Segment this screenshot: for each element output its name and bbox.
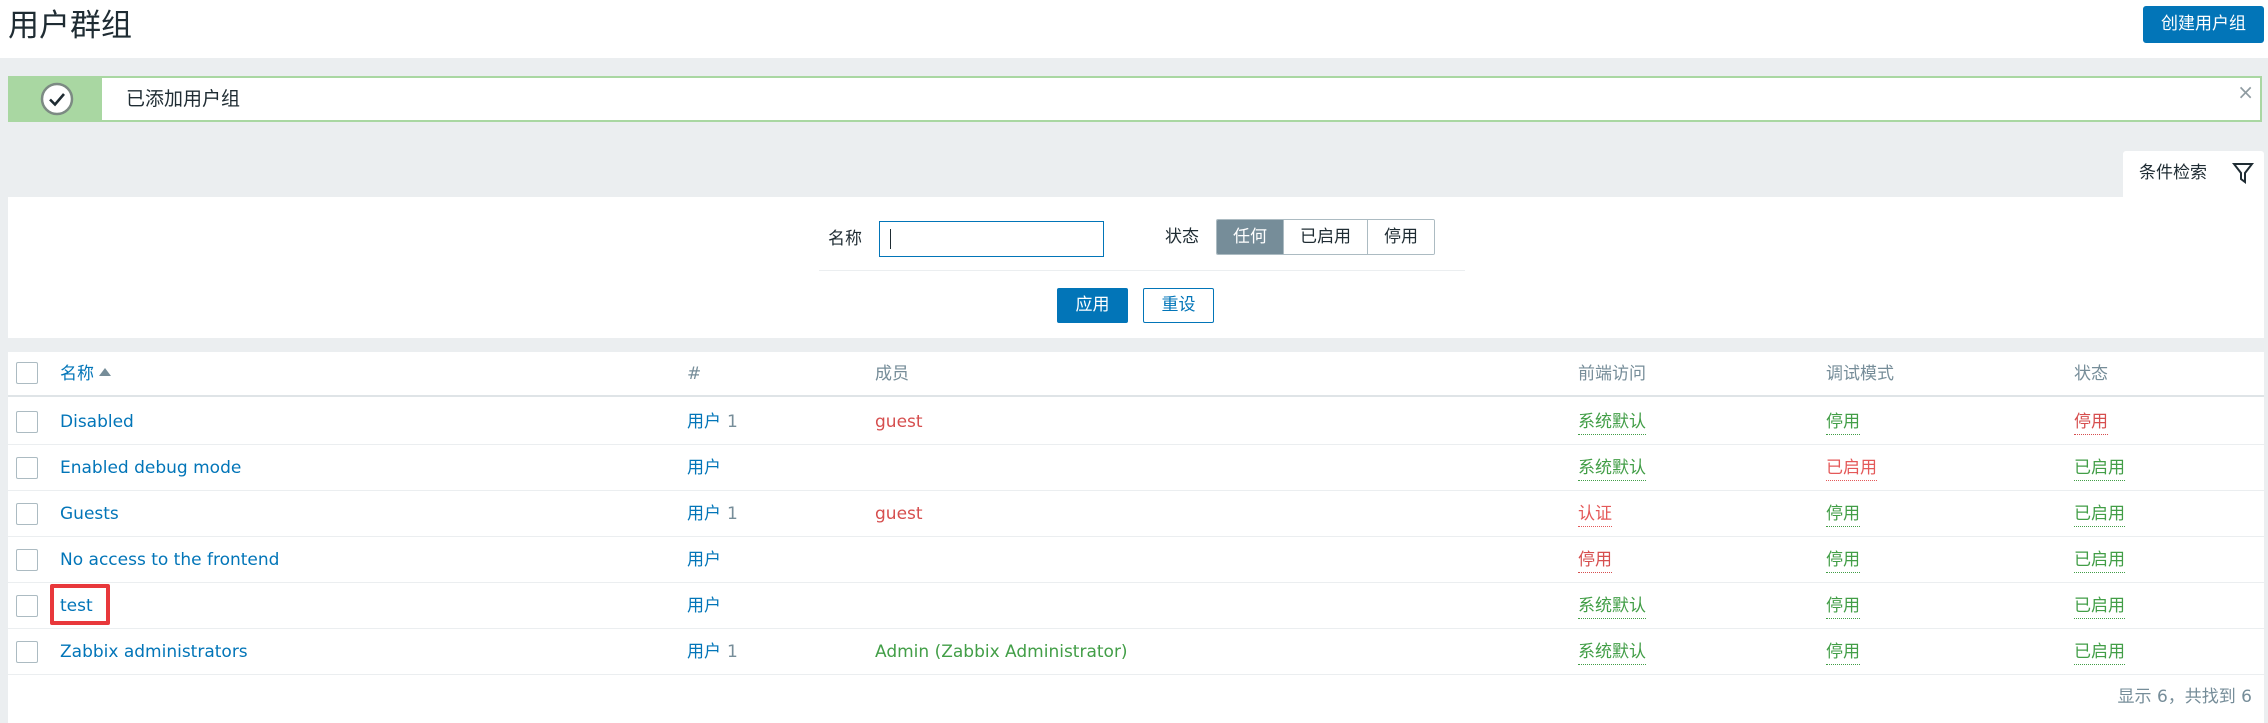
debug-mode-value[interactable]: 已启用 bbox=[1826, 456, 1877, 481]
table-row: test 用户 系统默认 停用 已启用 bbox=[8, 583, 2264, 629]
column-header-status: 状态 bbox=[2074, 364, 2108, 384]
text-caret bbox=[890, 229, 891, 249]
row-checkbox[interactable] bbox=[16, 595, 38, 617]
table-row: Guests 用户 1 guest 认证 停用 已启用 bbox=[8, 491, 2264, 537]
group-name-link[interactable]: Disabled bbox=[60, 410, 134, 434]
frontend-access-value[interactable]: 系统默认 bbox=[1578, 410, 1646, 435]
member-link[interactable]: Admin (Zabbix Administrator) bbox=[875, 640, 1128, 664]
users-link[interactable]: 用户 bbox=[687, 412, 721, 432]
users-count: 用户 bbox=[687, 594, 721, 618]
users-count: 用户 1 bbox=[687, 640, 738, 664]
filter-name-input[interactable] bbox=[879, 221, 1104, 257]
frontend-access-value[interactable]: 系统默认 bbox=[1578, 640, 1646, 665]
filter-panel: 名称 状态 任何 已启用 停用 应用 重设 bbox=[8, 197, 2264, 338]
check-circle-icon bbox=[40, 82, 74, 116]
table-row: Disabled 用户 1 guest 系统默认 停用 停用 bbox=[8, 399, 2264, 445]
status-option-any[interactable]: 任何 bbox=[1217, 220, 1283, 254]
users-count: 用户 bbox=[687, 456, 721, 480]
status-value[interactable]: 已启用 bbox=[2074, 594, 2125, 619]
users-link[interactable]: 用户 bbox=[687, 642, 721, 662]
page-title: 用户群组 bbox=[8, 8, 132, 44]
users-count: 用户 bbox=[687, 548, 721, 572]
status-value[interactable]: 已启用 bbox=[2074, 456, 2125, 481]
frontend-access-value[interactable]: 停用 bbox=[1578, 548, 1612, 573]
row-checkbox[interactable] bbox=[16, 549, 38, 571]
users-count-value: 1 bbox=[727, 412, 738, 432]
row-checkbox[interactable] bbox=[16, 411, 38, 433]
row-checkbox[interactable] bbox=[16, 641, 38, 663]
status-option-disabled[interactable]: 停用 bbox=[1367, 220, 1434, 254]
alert-message: 已添加用户组 bbox=[126, 88, 241, 110]
member-link[interactable]: guest bbox=[875, 502, 923, 526]
debug-mode-value[interactable]: 停用 bbox=[1826, 502, 1860, 527]
table-row: No access to the frontend 用户 停用 停用 已启用 bbox=[8, 537, 2264, 583]
reset-button[interactable]: 重设 bbox=[1143, 288, 1214, 323]
row-checkbox[interactable] bbox=[16, 457, 38, 479]
group-name-link[interactable]: Zabbix administrators bbox=[60, 640, 248, 664]
filter-status-label: 状态 bbox=[1165, 227, 1199, 247]
success-alert: 已添加用户组 × bbox=[8, 76, 2262, 122]
column-header-name[interactable]: 名称 bbox=[60, 362, 111, 386]
users-link[interactable]: 用户 bbox=[687, 596, 721, 616]
users-count: 用户 1 bbox=[687, 410, 738, 434]
users-link[interactable]: 用户 bbox=[687, 458, 721, 478]
users-link[interactable]: 用户 bbox=[687, 550, 721, 570]
users-count-value: 1 bbox=[727, 504, 738, 524]
filter-divider bbox=[819, 270, 1465, 271]
filter-icon bbox=[2232, 163, 2254, 184]
users-count-value: 1 bbox=[727, 642, 738, 662]
column-header-name-label: 名称 bbox=[60, 364, 94, 384]
sort-ascending-icon bbox=[99, 368, 111, 376]
column-header-members: 成员 bbox=[875, 364, 909, 384]
table-row: Zabbix administrators 用户 1 Admin (Zabbix … bbox=[8, 629, 2264, 675]
table-stats: 显示 6，共找到 6 bbox=[2117, 687, 2252, 707]
group-name-link[interactable]: test bbox=[60, 594, 93, 618]
frontend-access-value[interactable]: 系统默认 bbox=[1578, 456, 1646, 481]
status-value[interactable]: 已启用 bbox=[2074, 502, 2125, 527]
status-value[interactable]: 已启用 bbox=[2074, 548, 2125, 573]
group-name-link[interactable]: Enabled debug mode bbox=[60, 456, 241, 480]
create-user-group-button[interactable]: 创建用户组 bbox=[2143, 6, 2264, 43]
group-name-link[interactable]: Guests bbox=[60, 502, 119, 526]
users-count: 用户 1 bbox=[687, 502, 738, 526]
status-radio-group: 任何 已启用 停用 bbox=[1216, 219, 1435, 255]
filter-name-label: 名称 bbox=[828, 229, 862, 249]
select-all-checkbox[interactable] bbox=[16, 362, 38, 384]
row-checkbox[interactable] bbox=[16, 503, 38, 525]
page-header: 用户群组 创建用户组 bbox=[0, 0, 2268, 58]
debug-mode-value[interactable]: 停用 bbox=[1826, 410, 1860, 435]
status-value[interactable]: 停用 bbox=[2074, 410, 2108, 435]
debug-mode-value[interactable]: 停用 bbox=[1826, 640, 1860, 665]
column-header-debug: 调试模式 bbox=[1826, 364, 1894, 384]
table-header-row: 名称 # 成员 前端访问 调试模式 状态 bbox=[8, 352, 2264, 397]
status-value[interactable]: 已启用 bbox=[2074, 640, 2125, 665]
member-link[interactable]: guest bbox=[875, 410, 923, 434]
frontend-access-value[interactable]: 认证 bbox=[1578, 502, 1612, 527]
column-header-count: # bbox=[687, 364, 702, 384]
debug-mode-value[interactable]: 停用 bbox=[1826, 594, 1860, 619]
debug-mode-value[interactable]: 停用 bbox=[1826, 548, 1860, 573]
frontend-access-value[interactable]: 系统默认 bbox=[1578, 594, 1646, 619]
group-name-link[interactable]: No access to the frontend bbox=[60, 548, 279, 572]
users-link[interactable]: 用户 bbox=[687, 504, 721, 524]
filter-tab-label: 条件检索 bbox=[2139, 163, 2207, 183]
status-option-enabled[interactable]: 已启用 bbox=[1283, 220, 1367, 254]
filter-tab[interactable]: 条件检索 bbox=[2123, 151, 2264, 197]
user-groups-table: 名称 # 成员 前端访问 调试模式 状态 Disabled 用户 1 guest … bbox=[8, 352, 2264, 723]
table-row: Enabled debug mode 用户 系统默认 已启用 已启用 bbox=[8, 445, 2264, 491]
alert-icon-box bbox=[10, 78, 102, 120]
column-header-frontend: 前端访问 bbox=[1578, 364, 1646, 384]
close-icon[interactable]: × bbox=[2237, 80, 2254, 104]
apply-button[interactable]: 应用 bbox=[1057, 288, 1128, 323]
